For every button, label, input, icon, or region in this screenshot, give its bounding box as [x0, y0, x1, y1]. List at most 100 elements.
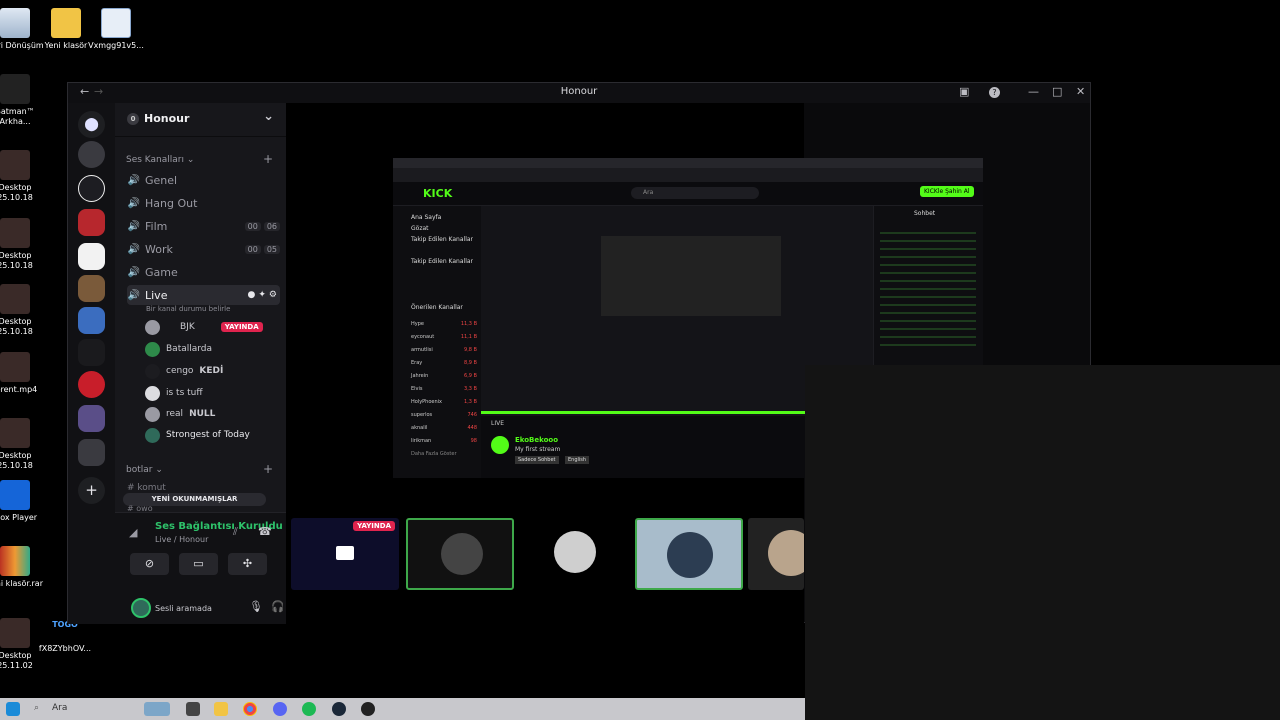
add-channel-icon[interactable]: +: [263, 152, 273, 166]
file-explorer-icon[interactable]: [214, 702, 228, 716]
add-channel-icon[interactable]: +: [263, 462, 273, 476]
server-icon-7[interactable]: [78, 339, 105, 366]
signal-icon[interactable]: ◢: [129, 526, 137, 539]
close-button[interactable]: ✕: [1076, 85, 1085, 98]
voice-user-strongest[interactable]: Strongest of Today: [145, 426, 250, 444]
server-icon-4[interactable]: [78, 243, 105, 270]
participant-tile[interactable]: [748, 518, 804, 590]
stream-tag: Sadece Sohbet: [515, 456, 559, 464]
server-folder-2[interactable]: [78, 439, 105, 466]
taskbar-search[interactable]: Ara: [52, 703, 67, 713]
kick-channel: aknalil 448: [411, 425, 477, 431]
headphones-icon[interactable]: 🎧: [271, 600, 283, 613]
category-bots[interactable]: botlar ⌄: [126, 465, 163, 475]
chat-messages: [880, 226, 976, 346]
user-count: 00: [244, 244, 261, 254]
voice-user-is-ts-tuff[interactable]: is ts tuff: [145, 384, 203, 402]
desktop-icon-mp4[interactable]: ferent.mp4: [0, 352, 47, 395]
channel-game[interactable]: 🔊 Game: [127, 262, 280, 282]
server-icon-honour[interactable]: [78, 371, 105, 398]
server-icon-5[interactable]: [78, 275, 105, 302]
voice-user-real[interactable]: real NULL: [145, 405, 215, 423]
taskbar: ⌕ Ara: [0, 698, 805, 720]
server-folder[interactable]: [78, 405, 105, 432]
channel-live[interactable]: 🔊 Live ●✦⚙: [127, 285, 280, 305]
desktop-icon-video-4[interactable]: Desktop 25.10.18: [0, 418, 47, 471]
participant-tile[interactable]: [635, 518, 743, 590]
server-icon-1[interactable]: [78, 141, 105, 168]
avatar: [145, 319, 160, 335]
help-icon[interactable]: ?: [989, 87, 1000, 98]
steam-icon[interactable]: [332, 702, 346, 716]
channel-sidebar: 0 Honour ⌄ Ses Kanalları ⌄ + 🔊 Genel 🔊 H…: [115, 103, 286, 624]
stream-thumbnail[interactable]: YAYINDA: [291, 518, 399, 590]
activity-button[interactable]: ✣: [228, 553, 267, 575]
desktop-icon-video-1[interactable]: Desktop 25.10.18: [0, 150, 47, 203]
desktop: Geri Dönüşüm Yeni klasör Vxmgg91v5... Ba…: [0, 0, 1280, 720]
video-file-icon: [0, 284, 30, 314]
chrome-icon[interactable]: [243, 702, 257, 716]
server-icon-2[interactable]: [78, 175, 105, 202]
speaker-icon: 🔊: [127, 266, 141, 278]
channel-genel[interactable]: 🔊 Genel: [127, 170, 280, 190]
app-icon[interactable]: [361, 702, 375, 716]
category-voice[interactable]: Ses Kanalları ⌄: [126, 155, 194, 165]
disconnect-icon[interactable]: ☎: [258, 525, 272, 538]
camera-button[interactable]: ⊘: [130, 553, 169, 575]
server-icon-3[interactable]: [78, 209, 105, 236]
microphone-icon[interactable]: 🎙: [249, 600, 263, 613]
kick-channel: HolyPhoenix 1,3 B: [411, 399, 477, 405]
desktop-icon-batman[interactable]: Batman™ Arkha...: [0, 74, 47, 127]
voice-user-cengo[interactable]: cengo KEDİ: [145, 362, 223, 380]
voice-user-batallarda[interactable]: Batallarda: [145, 340, 212, 358]
avatar: [145, 406, 160, 422]
desktop-icon-video-3[interactable]: Desktop 25.10.18: [0, 284, 47, 337]
maximize-button[interactable]: □: [1052, 85, 1062, 98]
discord-taskbar-icon[interactable]: [273, 702, 287, 716]
avatar: [145, 427, 160, 443]
channel-work[interactable]: 🔊 Work 00 05: [127, 239, 280, 259]
kick-channel: superlos 746: [411, 412, 477, 418]
chevron-down-icon: ⌄: [263, 109, 274, 124]
voice-location[interactable]: Live / Honour: [155, 535, 208, 544]
video-file-icon: [0, 418, 30, 448]
discord-home-icon[interactable]: ⬤: [78, 111, 105, 138]
task-view-icon[interactable]: [186, 702, 200, 716]
add-server-icon[interactable]: +: [78, 477, 105, 504]
desktop-icon-image-file[interactable]: Vxmgg91v5...: [84, 8, 148, 51]
channel-komut[interactable]: # komut: [127, 483, 166, 493]
minimize-button[interactable]: —: [1028, 85, 1039, 98]
desktop-icon-file[interactable]: TOGO fX8ZYbhOV...: [33, 620, 97, 654]
server-name: Honour: [144, 112, 190, 125]
avatar[interactable]: [131, 598, 151, 618]
kick-channel: Hype 11,3 B: [411, 321, 477, 327]
start-button[interactable]: [6, 702, 20, 716]
streamer-name: EkoBekooo: [515, 436, 559, 444]
noise-suppression-icon[interactable]: ⫽: [233, 525, 238, 539]
search-icon[interactable]: ⌕: [34, 703, 39, 713]
participant-tile[interactable]: [521, 518, 629, 590]
kick-nav: Ana Sayfa Gözat Takip Edilen Kanallar: [411, 214, 474, 243]
avatar: [145, 341, 160, 357]
channel-status[interactable]: Bir kanal durumu belirle: [146, 305, 230, 313]
desktop-icon-rar[interactable]: Yeni klasör.rar: [0, 546, 47, 589]
speaker-icon: 🔊: [127, 289, 141, 301]
kick-header: KICK Ara KICKle Şahin Al: [393, 182, 983, 206]
channel-actions[interactable]: ●✦⚙: [248, 290, 280, 300]
participant-tile[interactable]: [406, 518, 514, 590]
inbox-icon[interactable]: ▣: [959, 85, 969, 98]
channel-hang-out[interactable]: 🔊 Hang Out: [127, 193, 280, 213]
voice-user-bjk[interactable]: BJK YAYINDA: [145, 318, 263, 336]
spotify-icon[interactable]: [302, 702, 316, 716]
desktop-icon-roblox[interactable]: blox Player: [0, 480, 47, 523]
channel-film[interactable]: 🔊 Film 00 06: [127, 216, 280, 236]
desktop-icon-video-2[interactable]: Desktop 25.10.18: [0, 218, 47, 271]
game-icon: [0, 74, 30, 104]
widget-icon[interactable]: [144, 702, 170, 716]
kick-channel: eyconaut 11,1 B: [411, 334, 477, 340]
kick-channel: Elvis 3,3 B: [411, 386, 477, 392]
server-header[interactable]: 0 Honour ⌄: [115, 103, 286, 137]
chat-heading: Sohbet: [914, 210, 936, 217]
screen-share-button[interactable]: ▭: [179, 553, 218, 575]
server-icon-6[interactable]: [78, 307, 105, 334]
